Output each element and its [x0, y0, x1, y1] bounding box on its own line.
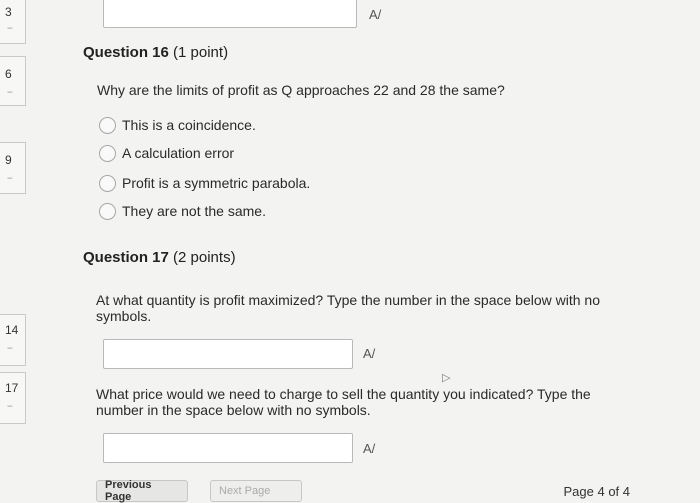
question-number: 17	[5, 381, 19, 395]
question-16-prompt: Why are the limits of profit as Q approa…	[97, 82, 505, 98]
radio-button[interactable]	[99, 116, 116, 134]
option-label: A calculation error	[122, 145, 235, 161]
option-coincidence[interactable]: This is a coincidence.	[99, 115, 256, 135]
answer-status: --	[7, 23, 13, 34]
radio-button[interactable]	[99, 202, 116, 220]
option-calculation-error[interactable]: A calculation error	[99, 143, 234, 163]
question-17-title: Question 17 (2 points)	[83, 249, 236, 266]
question-number: 9	[5, 153, 12, 167]
option-label: They are not the same.	[122, 203, 266, 219]
spellcheck-icon[interactable]: A/	[369, 7, 381, 22]
option-label: Profit is a symmetric parabola.	[122, 175, 311, 191]
question-17-prompt-quantity: At what quantity is profit maximized? Ty…	[96, 292, 601, 324]
spellcheck-icon[interactable]: A/	[363, 346, 375, 361]
answer-status: --	[7, 401, 13, 412]
radio-button[interactable]	[99, 144, 116, 162]
question-number: 3	[5, 5, 12, 19]
question-16-heading: Question 16	[83, 44, 169, 61]
answer-status: --	[7, 87, 13, 98]
question-16-title: Question 16 (1 point)	[83, 44, 228, 61]
question-number: 6	[5, 67, 12, 81]
question-17-points: (2 points)	[173, 249, 236, 266]
question-17-heading: Question 17	[83, 249, 169, 266]
question-nav-6[interactable]: 6 --	[0, 56, 26, 106]
question-nav-14[interactable]: 14 --	[0, 314, 26, 366]
option-symmetric-parabola[interactable]: Profit is a symmetric parabola.	[99, 173, 310, 193]
price-answer-input[interactable]	[103, 433, 353, 463]
quantity-answer-input[interactable]	[103, 339, 353, 369]
question-17-prompt-price: What price would we need to charge to se…	[96, 386, 591, 418]
spellcheck-icon[interactable]: A/	[363, 441, 375, 456]
question-number: 14	[5, 323, 19, 337]
answer-status: --	[7, 343, 13, 354]
previous-answer-input[interactable]	[103, 0, 357, 28]
question-16-points: (1 point)	[173, 44, 229, 61]
radio-button[interactable]	[99, 174, 116, 192]
question-nav-17[interactable]: 17 --	[0, 372, 26, 424]
page-indicator: Page 4 of 4	[563, 484, 631, 499]
question-nav-9[interactable]: 9 --	[0, 142, 26, 194]
option-label: This is a coincidence.	[122, 117, 256, 133]
option-not-same[interactable]: They are not the same.	[99, 201, 266, 221]
mouse-cursor-icon: ▷	[442, 372, 451, 384]
question-nav-3[interactable]: 3 --	[0, 0, 26, 44]
answer-status: --	[7, 173, 13, 184]
